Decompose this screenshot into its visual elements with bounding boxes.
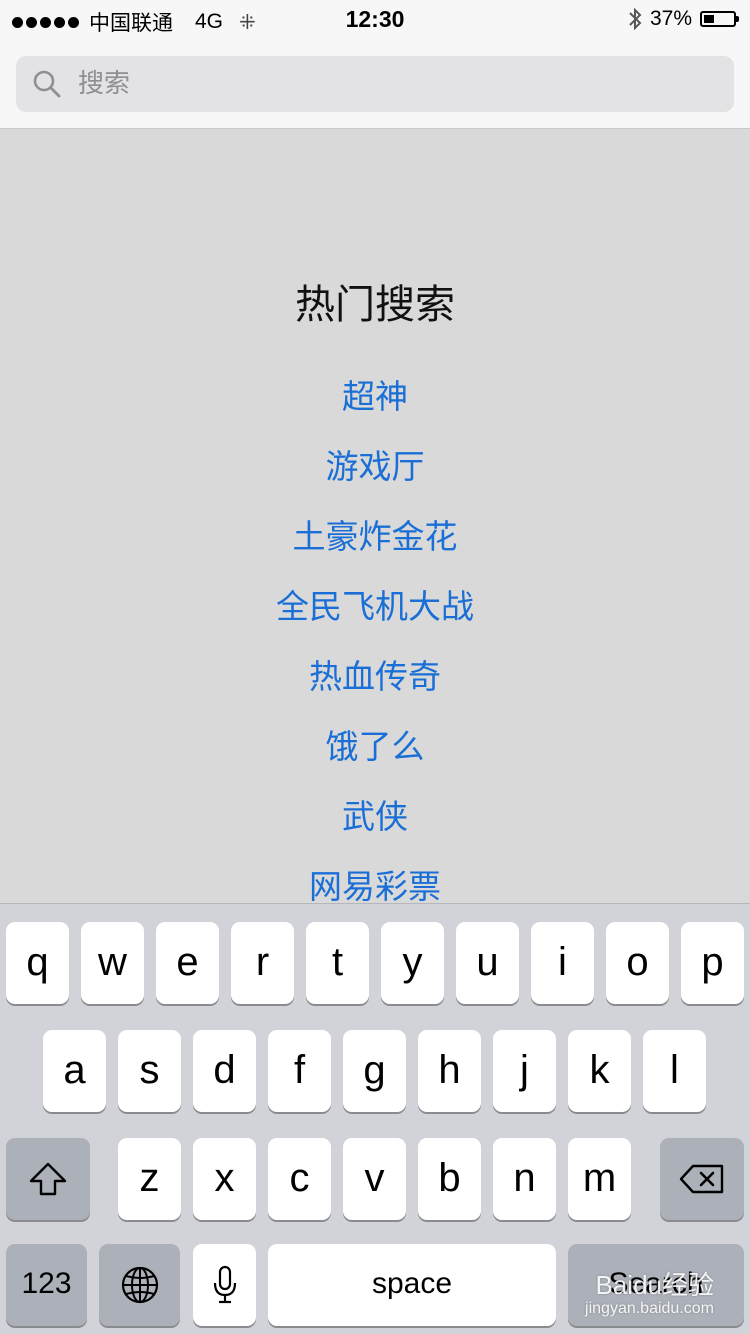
search-input[interactable] [76, 68, 680, 100]
watermark-brand: Baidu经验 [595, 1270, 715, 1300]
key-x[interactable]: x [193, 1138, 256, 1220]
key-j[interactable]: j [493, 1030, 556, 1112]
key-y[interactable]: y [381, 922, 444, 1004]
key-f[interactable]: f [268, 1030, 331, 1112]
numbers-key[interactable]: 123 [6, 1244, 87, 1326]
globe-icon [121, 1266, 158, 1304]
key-o[interactable]: o [606, 922, 669, 1004]
key-z[interactable]: z [118, 1138, 181, 1220]
search-icon [33, 70, 61, 98]
key-e[interactable]: e [156, 922, 219, 1004]
key-k[interactable]: k [568, 1030, 631, 1112]
key-b[interactable]: b [418, 1138, 481, 1220]
hot-search-item[interactable]: 武侠 [0, 790, 750, 860]
key-t[interactable]: t [306, 922, 369, 1004]
key-m[interactable]: m [568, 1138, 631, 1220]
watermark-url: jingyan.baidu.com [585, 1300, 714, 1317]
hot-search-item[interactable]: 热血传奇 [0, 650, 750, 720]
hot-search-list: 超神 游戏厅 土豪炸金花 全民飞机大战 热血传奇 饿了么 武侠 网易彩票 [0, 370, 750, 930]
key-u[interactable]: u [456, 922, 519, 1004]
hot-search-item[interactable]: 全民飞机大战 [0, 580, 750, 650]
hot-search-title: 热门搜索 [295, 282, 455, 328]
shift-key[interactable] [6, 1138, 90, 1220]
shift-arrow-icon [29, 1162, 67, 1196]
key-a[interactable]: a [43, 1030, 106, 1112]
globe-key[interactable] [99, 1244, 180, 1326]
keyboard: q w e r t y u i o p a s d f g h j k l z … [0, 904, 750, 1334]
key-c[interactable]: c [268, 1138, 331, 1220]
battery-icon [700, 11, 739, 27]
key-q[interactable]: q [6, 922, 69, 1004]
hot-search-item[interactable]: 游戏厅 [0, 440, 750, 510]
battery-percentage: 37% [649, 7, 692, 30]
key-s[interactable]: s [118, 1030, 181, 1112]
key-v[interactable]: v [343, 1138, 406, 1220]
key-r[interactable]: r [231, 922, 294, 1004]
hot-search-item[interactable]: 超神 [0, 370, 750, 440]
space-key[interactable]: space [268, 1244, 556, 1326]
key-i[interactable]: i [531, 922, 594, 1004]
key-n[interactable]: n [493, 1138, 556, 1220]
status-bar: 中国联通 4G ⁜ 12:30 37% [0, 0, 750, 40]
key-d[interactable]: d [193, 1030, 256, 1112]
search-header [0, 40, 750, 129]
search-bar[interactable] [16, 56, 734, 112]
hot-search-item[interactable]: 土豪炸金花 [0, 510, 750, 580]
hot-search-item[interactable]: 饿了么 [0, 720, 750, 790]
delete-key[interactable] [660, 1138, 744, 1220]
key-l[interactable]: l [643, 1030, 706, 1112]
key-h[interactable]: h [418, 1030, 481, 1112]
microphone-icon [213, 1265, 236, 1304]
bluetooth-icon [628, 7, 642, 31]
key-p[interactable]: p [681, 922, 744, 1004]
baidu-jingyan-watermark: Baidu经验 jingyan.baidu.com [585, 1270, 714, 1318]
backspace-icon [679, 1164, 724, 1194]
key-w[interactable]: w [81, 922, 144, 1004]
dictation-key[interactable] [193, 1244, 256, 1326]
key-g[interactable]: g [343, 1030, 406, 1112]
